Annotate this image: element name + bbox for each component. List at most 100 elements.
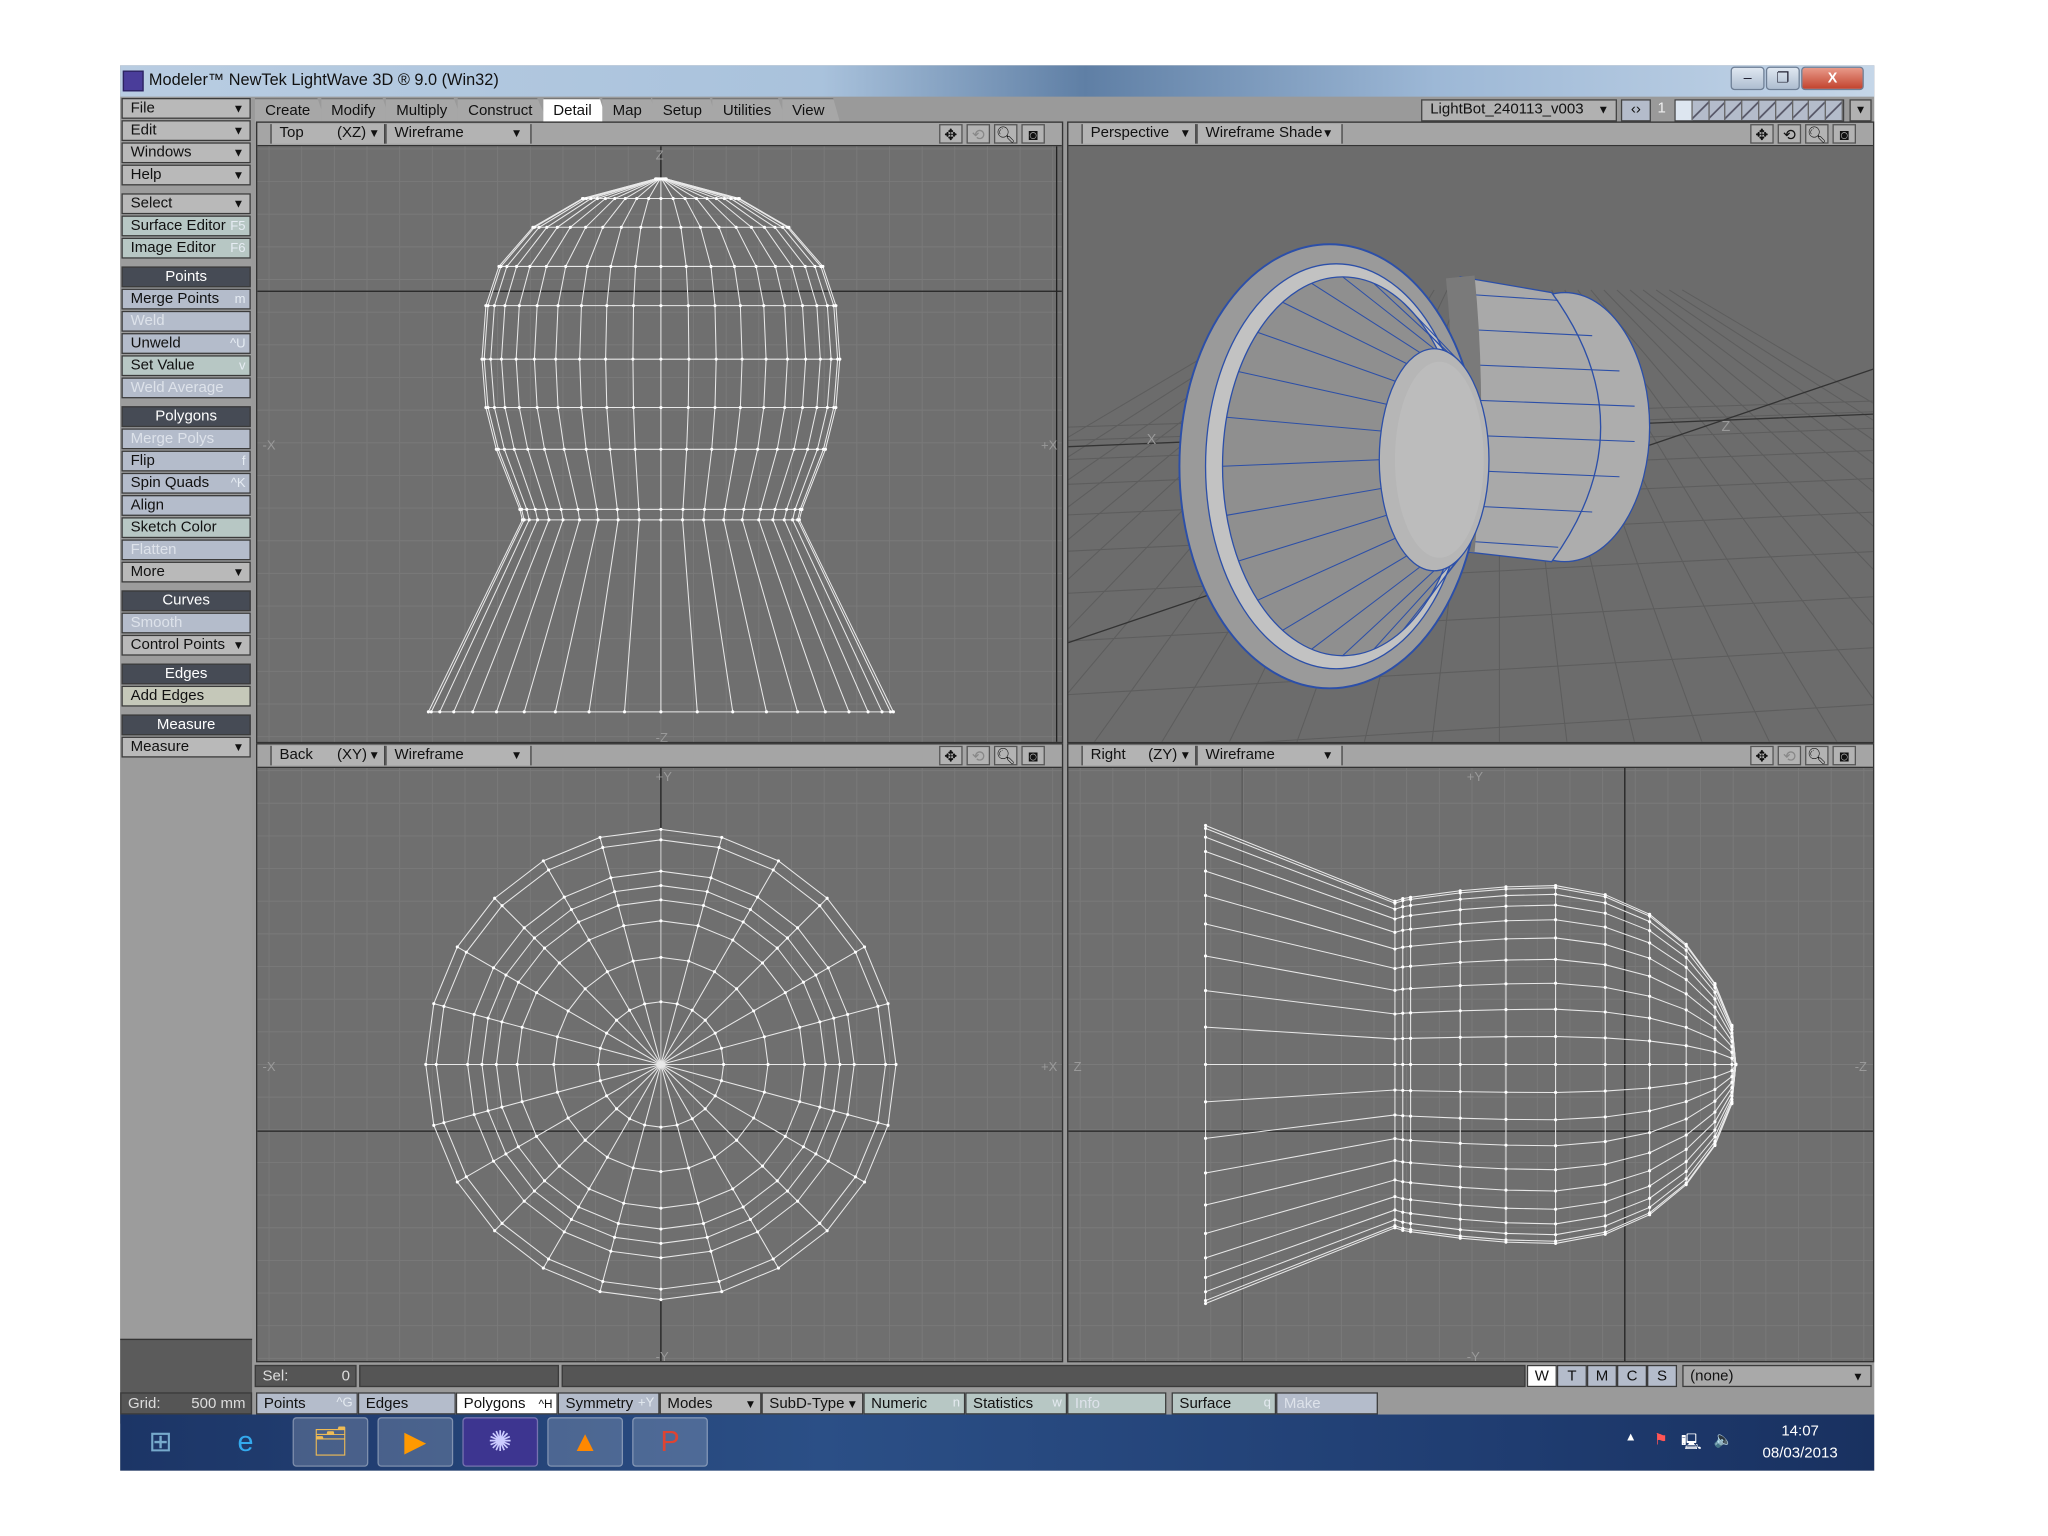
layer-button[interactable] (1675, 100, 1693, 121)
taskbar-media-player-icon[interactable]: ▶ (377, 1417, 454, 1467)
viewport-canvas[interactable]: +Y Z -Z -Y (1068, 767, 1873, 1361)
mode-button-subd-type[interactable]: SubD-Type ▼ (761, 1392, 864, 1415)
minimize-button[interactable]: – (1730, 66, 1765, 91)
prev-next-layer-button[interactable]: ‹› (1620, 99, 1651, 122)
sidebar-item-unweld[interactable]: Unweld ^U (121, 333, 251, 354)
restore-button[interactable]: ❐ (1765, 66, 1800, 91)
layer-button[interactable] (1742, 100, 1760, 121)
layer-button[interactable] (1725, 100, 1743, 121)
mode-button-modes[interactable]: Modes ▼ (659, 1392, 762, 1415)
render-mode-selector[interactable]: Wireframe ▼ (385, 745, 532, 766)
layer-button[interactable] (1809, 100, 1827, 121)
move-view-icon[interactable]: ✥ (939, 124, 963, 144)
rotate-view-icon[interactable]: ⟲ (966, 124, 991, 144)
view-option-m[interactable]: M (1586, 1364, 1617, 1388)
tab-setup[interactable]: Setup (652, 97, 718, 123)
render-mode-selector[interactable]: Wireframe Shade ▼ (1196, 124, 1343, 144)
sidebar-item-spin-quads[interactable]: Spin Quads ^K (121, 472, 251, 494)
move-view-icon[interactable]: ✥ (939, 745, 963, 766)
sidebar-item-flip[interactable]: Flip f (121, 450, 251, 472)
sidebar-item-edit[interactable]: Edit ▼ (121, 120, 251, 142)
viewport-canvas[interactable]: +Y -X +X -Y (257, 767, 1062, 1361)
maximize-view-icon[interactable]: ◙ (1021, 745, 1045, 766)
zoom-view-icon[interactable]: 🔍︎ (1805, 124, 1829, 144)
layer-button[interactable] (1792, 100, 1810, 121)
view-option-t[interactable]: T (1556, 1364, 1587, 1388)
rotate-view-icon[interactable]: ⟲ (1777, 745, 1802, 766)
viewport-perspective[interactable]: Perspective ▼ Wireframe Shade ▼ ✥ ⟲ 🔍︎ ◙ X Z (1067, 121, 1875, 744)
zoom-view-icon[interactable]: 🔍︎ (993, 745, 1018, 766)
mode-button-surface[interactable]: Surface q (1171, 1392, 1277, 1415)
sidebar-item-windows[interactable]: Windows ▼ (121, 142, 251, 164)
view-type-selector[interactable]: Right (ZY) ▼ (1081, 745, 1197, 766)
sidebar-item-image-editor[interactable]: Image Editor F6 (121, 237, 251, 259)
view-type-selector[interactable]: Top (XZ) ▼ (270, 124, 386, 144)
taskbar-internet-explorer-icon[interactable]: e (208, 1417, 284, 1467)
layer-menu-button[interactable]: ▼ (1849, 99, 1872, 122)
layer-button[interactable] (1709, 100, 1726, 121)
taskbar-file-explorer-icon[interactable]: 🗂 (292, 1417, 369, 1467)
close-button[interactable]: X (1801, 66, 1864, 91)
view-option-c[interactable]: C (1616, 1364, 1648, 1388)
sidebar-item-align[interactable]: Align (121, 495, 251, 516)
sidebar-item-control-points[interactable]: Control Points ▼ (121, 634, 251, 656)
tab-multiply[interactable]: Multiply (385, 97, 463, 123)
mode-button-polygons[interactable]: Polygons ^H (455, 1392, 558, 1415)
rotate-view-icon[interactable]: ⟲ (966, 745, 991, 766)
rotate-view-icon[interactable]: ⟲ (1777, 124, 1802, 144)
render-mode-selector[interactable]: Wireframe ▼ (385, 124, 532, 144)
maximize-view-icon[interactable]: ◙ (1021, 124, 1045, 144)
viewport-top[interactable]: Top (XZ) ▼ Wireframe ▼ ✥ ⟲ 🔍︎ ◙ Z -X +X -Z (255, 121, 1064, 744)
layer-button[interactable] (1692, 100, 1710, 121)
move-view-icon[interactable]: ✥ (1750, 124, 1774, 144)
mode-button-edges[interactable]: Edges (357, 1392, 456, 1415)
mode-button-symmetry[interactable]: Symmetry +Y (557, 1392, 660, 1415)
view-option-w[interactable]: W (1526, 1364, 1557, 1388)
tab-detail[interactable]: Detail (542, 97, 608, 123)
object-selector[interactable]: LightBot_240113_v003 ▼ (1421, 99, 1617, 122)
network-icon[interactable]: 🖳 (1681, 1430, 1702, 1457)
viewport-right[interactable]: Right (ZY) ▼ Wireframe ▼ ✥ ⟲ 🔍︎ ◙ +Y Z -Z -Y (1067, 743, 1875, 1363)
viewport-back[interactable]: Back (XY) ▼ Wireframe ▼ ✥ ⟲ 🔍︎ ◙ +Y -X +X -Y (255, 743, 1064, 1363)
tab-modify[interactable]: Modify (320, 97, 392, 123)
sidebar-item-add-edges[interactable]: Add Edges (121, 685, 251, 707)
sidebar-item-select[interactable]: Select ▼ (121, 193, 251, 215)
render-mode-selector[interactable]: Wireframe ▼ (1196, 745, 1343, 766)
move-view-icon[interactable]: ✥ (1750, 745, 1774, 766)
sidebar-item-more[interactable]: More ▼ (121, 561, 251, 583)
sidebar-item-set-value[interactable]: Set Value v (121, 355, 251, 377)
view-option-s[interactable]: S (1647, 1364, 1678, 1388)
tab-view[interactable]: View (781, 97, 841, 123)
maximize-view-icon[interactable]: ◙ (1832, 745, 1856, 766)
mode-button-numeric[interactable]: Numeric n (863, 1392, 966, 1415)
tab-utilities[interactable]: Utilities (712, 97, 787, 123)
sidebar-item-sketch-color[interactable]: Sketch Color (121, 517, 251, 539)
tab-construct[interactable]: Construct (457, 97, 549, 123)
layer-buttons[interactable] (1674, 99, 1845, 122)
clock[interactable]: 14:07 08/03/2013 (1763, 1421, 1838, 1465)
zoom-view-icon[interactable]: 🔍︎ (1805, 745, 1829, 766)
tab-map[interactable]: Map (602, 97, 658, 123)
surface-selector[interactable]: (none) ▼ (1682, 1364, 1872, 1388)
sidebar-item-surface-editor[interactable]: Surface Editor F5 (121, 215, 251, 237)
layer-button[interactable] (1776, 100, 1793, 121)
volume-icon[interactable]: 🔈 (1714, 1430, 1734, 1448)
show-hidden-icons[interactable]: ▲ (1625, 1430, 1637, 1443)
sidebar-item-measure[interactable]: Measure ▼ (121, 736, 251, 758)
taskbar-start-icon[interactable]: ⊞ (123, 1417, 199, 1467)
viewport-canvas[interactable]: Z -X +X -Z (257, 146, 1062, 742)
mode-button-points[interactable]: Points ^G (255, 1392, 358, 1415)
taskbar-vlc-icon[interactable]: ▲ (547, 1417, 624, 1467)
sidebar-item-merge-points[interactable]: Merge Points m (121, 288, 251, 310)
sidebar-item-file[interactable]: File ▼ (121, 97, 251, 119)
mode-button-statistics[interactable]: Statistics w (965, 1392, 1068, 1415)
tab-create[interactable]: Create (254, 97, 326, 123)
layer-button[interactable] (1759, 100, 1777, 121)
action-center-icon[interactable]: ⚑ (1654, 1430, 1668, 1448)
maximize-view-icon[interactable]: ◙ (1832, 124, 1856, 144)
taskbar-powerpoint-icon[interactable]: P (632, 1417, 708, 1467)
taskbar-lightwave-icon[interactable]: ✺ (462, 1417, 539, 1467)
view-type-selector[interactable]: Perspective ▼ (1081, 124, 1197, 144)
zoom-view-icon[interactable]: 🔍︎ (993, 124, 1018, 144)
view-type-selector[interactable]: Back (XY) ▼ (270, 745, 386, 766)
